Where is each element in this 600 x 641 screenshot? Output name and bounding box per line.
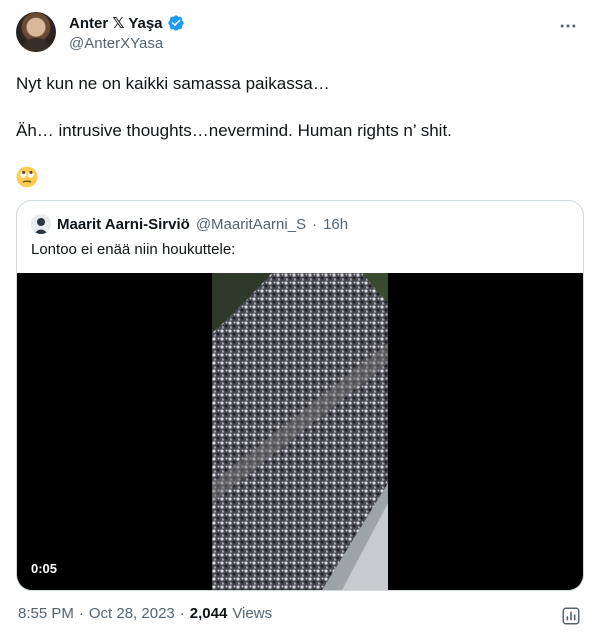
video-duration: 0:05 [31, 561, 58, 576]
author-handle[interactable]: @AnterXYasa [69, 35, 163, 52]
tweet-header: Anter 𝕏 Yaşa @AnterXYasa [16, 12, 584, 56]
tweet-date[interactable]: Oct 28, 2023 [89, 605, 175, 622]
author-display-name[interactable]: Anter 𝕏 Yaşa [69, 14, 163, 32]
video-player[interactable]: 0:05 [17, 273, 583, 590]
quoted-separator: · [312, 215, 318, 233]
tweet-time[interactable]: 8:55 PM [18, 605, 74, 622]
quoted-tweet-header: Maarit Aarni-Sirviö @MaaritAarni_S · 16h [31, 214, 348, 234]
views-label: Views [232, 605, 273, 622]
tweet-line-2: Äh… intrusive thoughts…nevermind. Human … [16, 121, 452, 140]
more-options-icon[interactable] [556, 14, 580, 38]
face-with-rolling-eyes-icon [16, 166, 38, 188]
quoted-tweet-text: Lontoo ei enää niin houkuttele: [31, 241, 236, 258]
tweet-footer: 8:55 PM · Oct 28, 2023 · 2,044 Views [18, 605, 272, 622]
tweet-text: Nyt kun ne on kaikki samassa paikassa… Ä… [16, 72, 576, 188]
analytics-icon[interactable] [560, 605, 582, 627]
video-thumbnail [212, 273, 388, 590]
author-name-row: Anter 𝕏 Yaşa [69, 14, 185, 32]
quoted-author-avatar[interactable] [31, 214, 51, 234]
quoted-author-handle[interactable]: @MaaritAarni_S [196, 216, 306, 233]
quoted-timestamp[interactable]: 16h [323, 216, 348, 233]
views-count: 2,044 [189, 605, 228, 622]
footer-separator-2: · [179, 605, 185, 622]
verified-badge-icon[interactable] [167, 14, 185, 32]
tweet-line-1: Nyt kun ne on kaikki samassa paikassa… [16, 74, 330, 93]
footer-separator: · [78, 605, 84, 622]
quoted-tweet[interactable]: Maarit Aarni-Sirviö @MaaritAarni_S · 16h… [16, 200, 584, 591]
author-avatar[interactable] [16, 12, 56, 52]
quoted-author-name[interactable]: Maarit Aarni-Sirviö [57, 216, 190, 233]
